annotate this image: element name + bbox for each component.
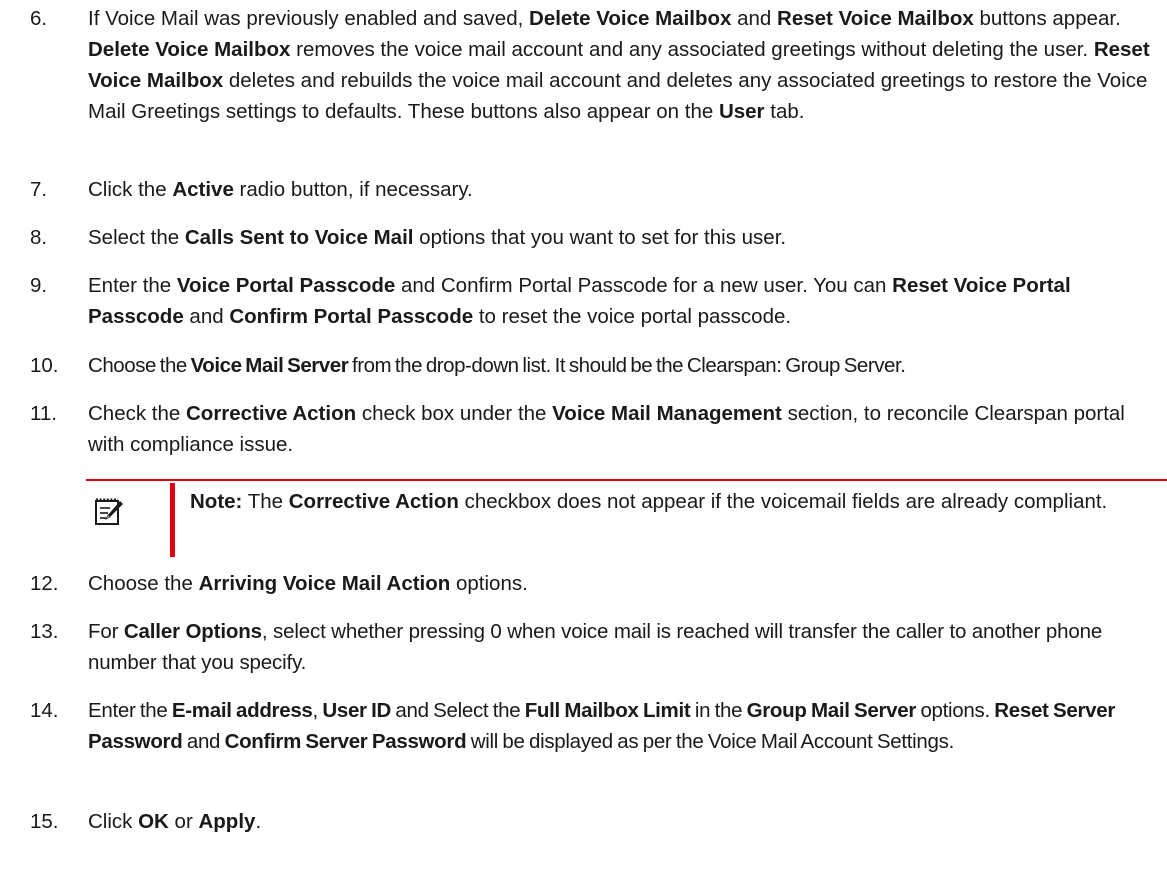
- note-edit-icon: [94, 496, 124, 526]
- note-top-rule: [86, 479, 1167, 481]
- step-text: Click OK or Apply.: [88, 806, 1158, 837]
- step-text: Select the Calls Sent to Voice Mail opti…: [88, 222, 1158, 253]
- text-run: Select the: [88, 226, 185, 249]
- text-run: Click: [88, 810, 139, 833]
- bold-term: Active: [172, 178, 234, 201]
- text-run: will be displayed as per the Voice Mail …: [466, 730, 955, 753]
- bold-term: Voice Mail Management: [552, 402, 782, 425]
- bold-term: Voice Mail Server: [190, 354, 349, 377]
- text-run: Choose the: [88, 354, 191, 377]
- step-number: 10.: [30, 354, 59, 377]
- bold-term: Confirm Server Password: [224, 730, 467, 753]
- bold-term: Arriving Voice Mail Action: [198, 572, 451, 595]
- text-run: options that you want to set for this us…: [413, 226, 787, 249]
- step-number: 11.: [30, 402, 57, 425]
- text-run: checkbox does not appear if the voicemai…: [458, 490, 1108, 513]
- text-run: Enter the: [88, 699, 172, 722]
- step-text: Enter the Voice Portal Passcode and Conf…: [88, 270, 1158, 332]
- text-run: Check the: [88, 402, 186, 425]
- text-run: check box under the: [356, 402, 553, 425]
- text-run: The: [242, 490, 289, 513]
- bold-term: Confirm Portal Passcode: [229, 305, 474, 328]
- step-text: Enter the E-mail address, User ID and Se…: [88, 695, 1158, 757]
- bold-term: Corrective Action: [186, 402, 357, 425]
- text-run: and: [731, 7, 778, 30]
- step-text: Check the Corrective Action check box un…: [88, 398, 1158, 460]
- text-run: removes the voice mail account and any a…: [290, 38, 1094, 61]
- step-number: 12.: [30, 572, 59, 595]
- bold-term: Group Mail Server: [746, 699, 917, 722]
- text-run: deletes and rebuilds the voice mail acco…: [88, 69, 1148, 123]
- text-run: or: [168, 810, 199, 833]
- text-run: Choose the: [88, 572, 199, 595]
- text-run: .: [255, 810, 262, 833]
- bold-term: Note:: [190, 490, 243, 513]
- text-run: tab.: [764, 100, 805, 123]
- text-run: to reset the voice portal passcode.: [473, 305, 792, 328]
- step-text: Click the Active radio button, if necess…: [88, 174, 1158, 205]
- step-number: 8.: [30, 226, 48, 249]
- step-number: 9.: [30, 274, 48, 297]
- text-run: options.: [916, 699, 995, 722]
- text-run: from the drop-down list. It should be th…: [348, 354, 906, 377]
- text-run: For: [88, 620, 124, 643]
- step-number: 15.: [30, 810, 59, 833]
- text-run: radio button, if necessary.: [233, 178, 473, 201]
- step-number: 14.: [30, 699, 59, 722]
- bold-term: Corrective Action: [288, 490, 459, 513]
- step-text: Choose the Voice Mail Server from the dr…: [88, 350, 1158, 381]
- bold-term: E-mail address: [171, 699, 313, 722]
- bold-term: Voice Portal Passcode: [176, 274, 396, 297]
- text-run: options.: [450, 572, 528, 595]
- bold-term: Reset Voice Mailbox: [777, 7, 974, 30]
- bold-term: Caller Options: [123, 620, 262, 643]
- step-number: 7.: [30, 178, 48, 201]
- bold-term: Delete Voice Mailbox: [88, 38, 291, 61]
- step-text: If Voice Mail was previously enabled and…: [88, 3, 1158, 127]
- text-run: If Voice Mail was previously enabled and…: [88, 7, 530, 30]
- text-run: and Select the: [391, 699, 525, 722]
- bold-term: Full Mailbox Limit: [524, 699, 691, 722]
- note-text: Note: The Corrective Action checkbox doe…: [190, 486, 1150, 517]
- note-side-bar: [170, 483, 175, 557]
- step-text: For Caller Options, select whether press…: [88, 616, 1158, 678]
- text-run: in the: [690, 699, 747, 722]
- text-run: and Confirm Portal Passcode for a new us…: [395, 274, 893, 297]
- text-run: and: [182, 730, 225, 753]
- text-run: buttons appear.: [973, 7, 1121, 30]
- step-number: 6.: [30, 7, 48, 30]
- text-run: and: [183, 305, 230, 328]
- step-text: Choose the Arriving Voice Mail Action op…: [88, 568, 1158, 599]
- bold-term: Apply: [198, 810, 256, 833]
- document-page: 6. If Voice Mail was previously enabled …: [0, 0, 1167, 870]
- bold-term: User: [718, 100, 765, 123]
- text-run: Click the: [88, 178, 173, 201]
- text-run: Enter the: [88, 274, 177, 297]
- bold-term: OK: [138, 810, 169, 833]
- bold-term: Delete Voice Mailbox: [529, 7, 732, 30]
- bold-term: Calls Sent to Voice Mail: [184, 226, 414, 249]
- text-run: ,: [312, 699, 323, 722]
- bold-term: User ID: [322, 699, 392, 722]
- step-number: 13.: [30, 620, 59, 643]
